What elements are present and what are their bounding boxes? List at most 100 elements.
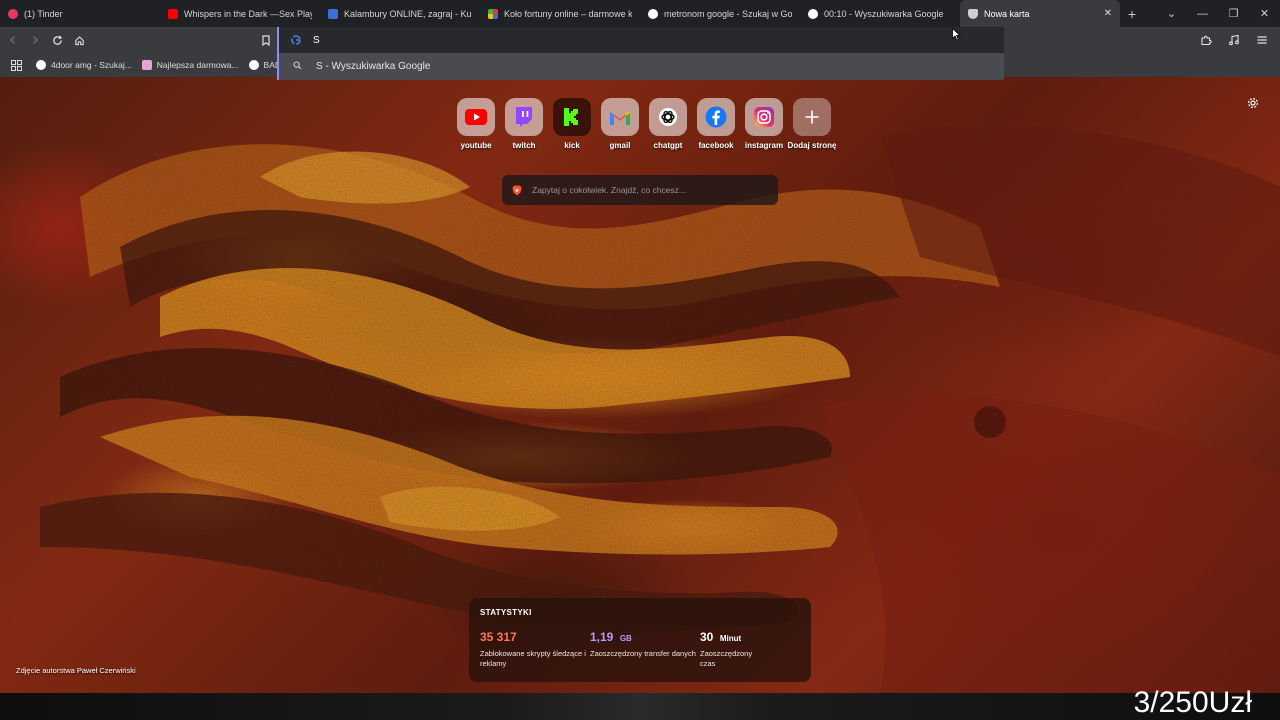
youtube-icon <box>465 109 487 125</box>
shortcut-tile[interactable] <box>649 98 687 136</box>
bandwidth-unit: GB <box>619 634 632 643</box>
media-button[interactable] <box>1224 30 1244 50</box>
tab-whispers[interactable]: Whispers in the Dark —Sex Playlist <box>160 0 320 27</box>
tab-title: metronom google - Szukaj w Google <box>664 8 792 19</box>
tab-kolo-fortuny[interactable]: Koło fortuny online – darmowe koło <box>480 0 640 27</box>
shortcut-tile[interactable] <box>745 98 783 136</box>
extensions-button[interactable] <box>1196 30 1216 50</box>
menu-button[interactable] <box>1252 30 1272 50</box>
ntp-search-box[interactable] <box>502 175 778 205</box>
forward-button[interactable] <box>25 30 45 50</box>
tab-metronom[interactable]: metronom google - Szukaj w Google <box>640 0 800 27</box>
star-icon <box>328 8 338 19</box>
toolbar <box>0 27 1280 53</box>
bookmark-4door-amg[interactable]: 4door amg - Szukaj... <box>36 60 132 70</box>
shortcut-tile[interactable] <box>553 98 591 136</box>
close-tab-icon[interactable]: ✕ <box>1104 8 1112 19</box>
shortcut-label: twitch <box>512 141 536 150</box>
shortcut-kick[interactable]: kick <box>548 98 596 150</box>
home-icon <box>74 35 84 45</box>
tab-0010[interactable]: 00:10 - Wyszukiwarka Google <box>800 0 960 27</box>
google-icon <box>248 60 259 70</box>
tab-strip: (1) Tinder Whispers in the Dark —Sex Pla… <box>0 0 1280 27</box>
shortcut-label: youtube <box>460 141 492 150</box>
shortcut-label: kick <box>564 141 580 150</box>
google-icon <box>291 35 301 45</box>
shortcut-label: facebook <box>698 141 734 150</box>
shortcut-tile[interactable] <box>505 98 543 136</box>
tab-title: 00:10 - Wyszukiwarka Google <box>824 8 944 19</box>
tab-title: (1) Tinder <box>24 8 63 19</box>
new-tab-button[interactable]: + <box>1120 0 1144 27</box>
apps-button[interactable] <box>6 55 26 75</box>
time-unit: Minut <box>719 634 742 643</box>
stats-row: 35 317 Zablokowane skrypty śledzące i re… <box>480 628 800 669</box>
stats-widget: STATYSTYKI 35 317 Zablokowane skrypty śl… <box>469 598 811 682</box>
shortcut-youtube[interactable]: youtube <box>452 98 500 150</box>
ntp-search-input[interactable] <box>532 185 762 195</box>
tab-tinder[interactable]: (1) Tinder <box>0 0 160 27</box>
shortcut-tile[interactable] <box>697 98 735 136</box>
shortcut-tile[interactable] <box>793 98 831 136</box>
search-icon <box>293 61 302 72</box>
kick-icon <box>564 108 578 126</box>
trackers-value: 35 317 <box>480 630 517 644</box>
shortcut-tile[interactable] <box>601 98 639 136</box>
window-controls: ⌄ — ❐ ✕ <box>1156 0 1280 27</box>
omnibox-suggestion[interactable]: S - Wyszukiwarka Google <box>277 53 1004 80</box>
video-bottom-strip <box>0 693 1280 720</box>
google-icon <box>808 8 818 19</box>
stat-time: 30 Minut Zaoszczędzony czas <box>700 628 800 669</box>
home-button[interactable] <box>69 30 89 50</box>
bookmark-najlepsza-darmowa[interactable]: Najlepsza darmowa... <box>141 60 239 70</box>
chevron-left-icon <box>10 36 15 44</box>
address-bar[interactable] <box>277 27 1004 53</box>
bookmark-button[interactable] <box>256 30 276 50</box>
facebook-icon <box>705 106 727 128</box>
shortcut-gmail[interactable]: gmail <box>596 98 644 150</box>
shortcut-chatgpt[interactable]: chatgpt <box>644 98 692 150</box>
bookmark-label: Najlepsza darmowa... <box>156 60 239 70</box>
tab-title: Nowa karta <box>984 8 1030 19</box>
tab-kalambury[interactable]: Kalambury ONLINE, zagraj - Kurnik <box>320 0 480 27</box>
time-value: 30 <box>700 630 714 644</box>
address-input[interactable] <box>313 34 913 46</box>
brave-shield-icon <box>968 8 978 19</box>
shortcut-label: Dodaj stronę <box>787 141 837 150</box>
suggestion-text: S - Wyszukiwarka Google <box>316 61 431 72</box>
mouse-cursor-icon <box>952 28 961 41</box>
brave-lion-icon <box>512 185 522 195</box>
trackers-description: Zablokowane skrypty śledzące i reklamy <box>480 649 586 668</box>
shortcut-facebook[interactable]: facebook <box>692 98 740 150</box>
photo-credit[interactable]: Zdjęcie autorstwa Paweł Czerwiński <box>16 666 136 675</box>
shortcut-instagram[interactable]: instagram <box>740 98 788 150</box>
donation-amount-overlay: 3/250Uzł <box>1133 686 1252 719</box>
stats-title: STATYSTYKI <box>480 608 532 617</box>
shortcut-twitch[interactable]: twitch <box>500 98 548 150</box>
bandwidth-description: Zaoszczędzony transfer danych <box>590 649 696 658</box>
bookmark-label: 4door amg - Szukaj... <box>51 60 132 70</box>
tab-title: Kalambury ONLINE, zagraj - Kurnik <box>344 8 472 19</box>
close-window-button[interactable]: ✕ <box>1249 0 1280 27</box>
gear-icon[interactable] <box>1247 97 1259 112</box>
youtube-icon <box>168 8 178 19</box>
google-icon <box>648 8 658 19</box>
top-sites: youtube twitch kick gmail chatgpt facebo… <box>452 98 836 150</box>
tab-title: Koło fortuny online – darmowe koło <box>504 8 632 19</box>
time-description: Zaoszczędzony czas <box>700 649 753 668</box>
shortcut-tile[interactable] <box>457 98 495 136</box>
shortcut-add-site[interactable]: Dodaj stronę <box>788 98 836 150</box>
tab-title: Whispers in the Dark —Sex Playlist <box>184 8 312 19</box>
tinder-icon <box>8 8 18 19</box>
tab-search-button[interactable]: ⌄ <box>1156 0 1187 27</box>
tab-nowa-karta[interactable]: Nowa karta ✕ <box>960 0 1120 27</box>
gmail-icon <box>610 111 630 125</box>
reload-button[interactable] <box>47 30 67 50</box>
minimize-button[interactable]: — <box>1187 0 1218 27</box>
maximize-button[interactable]: ❐ <box>1218 0 1249 27</box>
music-note-icon <box>1229 34 1239 46</box>
hamburger-icon <box>1257 36 1267 44</box>
stat-bandwidth: 1,19 GB Zaoszczędzony transfer danych <box>590 628 700 669</box>
apps-grid-icon <box>10 59 22 71</box>
back-button[interactable] <box>3 30 23 50</box>
